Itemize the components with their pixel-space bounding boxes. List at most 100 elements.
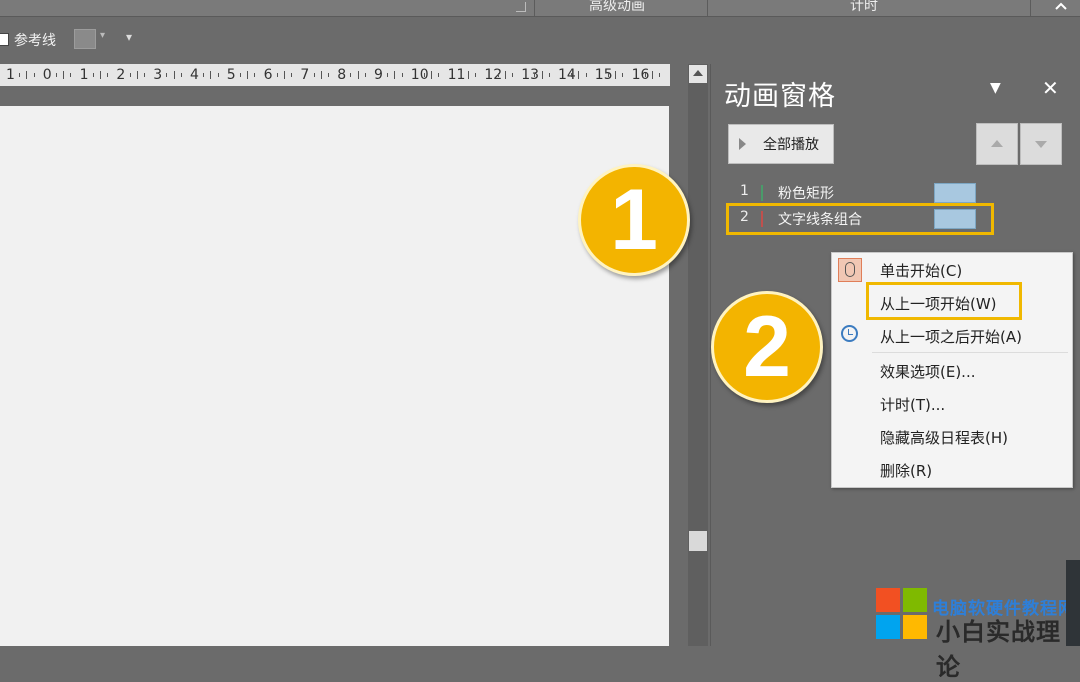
ruler-tick-label: 15 [594,67,613,83]
ruler-tick-label: 6 [263,67,273,83]
ruler-minor-tick [608,73,609,77]
animation-item[interactable]: 1 粉色矩形 [728,182,998,204]
ruler-tick-label: 1 [79,67,89,83]
ruler-minor-tick [247,71,249,79]
ruler-minor-tick [217,73,219,77]
ruler-minor-tick [33,73,35,77]
watermark-slogan: 小白实战理论 [936,618,1061,681]
ruler-minor-tick [284,71,285,79]
ribbon-group-bar: 高级动画 计时 [0,0,1080,17]
ruler-tick-label: 0 [42,67,52,83]
chevron-up-icon[interactable] [1054,1,1068,11]
ruler-minor-tick [424,73,425,77]
menu-item-effect-options[interactable]: 效果选项(E)... [832,356,1072,386]
ruler-minor-tick [659,73,661,77]
ruler-minor-tick [210,71,212,79]
windows-logo-icon [876,588,928,640]
ruler-minor-tick [276,73,278,77]
window-edge [1066,560,1080,646]
play-all-label: 全部播放 [763,137,819,153]
ruler-minor-tick [129,73,131,77]
ruler-minor-tick [254,73,256,77]
ruler-tick-label: 11 [447,67,466,83]
ruler-minor-tick [328,73,329,77]
ruler-tick-label: 4 [190,67,199,83]
horizontal-ruler: 1 0 1 2 3 4 5 6 7 8 9 10 11 12 13 14 15 16 [0,64,670,86]
grid-settings-icon[interactable] [74,29,96,49]
ribbon-separator [534,0,535,16]
ruler-tick-label: 12 [484,67,503,83]
callout-number: 1 [610,172,658,268]
ruler-minor-tick [320,71,322,79]
menu-item-label: 从上一项之后开始(A) [880,328,1022,346]
ruler-tick-label: 5 [226,67,236,83]
ruler-minor-tick [541,71,543,79]
ruler-minor-tick [70,73,72,77]
ruler-minor-tick [548,73,550,77]
ruler-tick-label: 9 [374,67,383,83]
ruler-minor-tick [203,73,205,77]
menu-item-label: 单击开始(C) [880,262,963,280]
ruler-minor-tick [291,73,293,77]
ruler-minor-tick [107,73,109,77]
move-later-button[interactable] [1020,123,1062,165]
ruler-minor-tick [571,73,573,77]
timeline-bar[interactable] [934,183,976,203]
ruler-minor-tick [460,73,462,77]
chevron-down-icon[interactable]: ▾ [100,30,105,41]
ruler-minor-tick [401,73,403,77]
scrollbar-thumb[interactable] [689,531,707,551]
ruler-minor-tick [652,71,653,79]
play-all-button[interactable]: 全部播放 [728,124,834,164]
mouse-click-icon [838,258,862,282]
ruler-minor-tick [431,71,433,79]
ruler-minor-tick [394,71,396,79]
ruler-minor-tick [136,71,138,79]
vertical-scrollbar[interactable] [688,64,708,646]
ruler-minor-tick [438,73,440,77]
ruler-minor-tick [173,71,175,79]
dialog-launcher-icon[interactable] [516,2,526,12]
menu-item-start-on-click[interactable]: 单击开始(C) [832,255,1072,285]
menu-item-label: 删除(R) [880,462,933,480]
ruler-minor-tick [56,73,57,77]
pane-options-icon[interactable]: ▼ [990,80,1001,96]
ruler-minor-tick [387,73,389,77]
ruler-minor-tick [585,73,587,77]
ruler-tick-label: 2 [116,67,126,83]
ruler-tick-label: 16 [631,67,650,83]
slide-canvas[interactable] [0,106,669,646]
ruler-minor-tick [615,71,617,79]
clock-icon [841,325,858,342]
menu-item-label: 效果选项(E)... [880,363,976,381]
menu-separator [872,352,1068,353]
ruler-minor-tick [468,71,469,79]
animation-name: 粉色矩形 [778,186,834,202]
ruler-tick-label: 8 [337,67,347,83]
scroll-up-button[interactable] [689,65,707,83]
ruler-minor-tick [497,73,499,77]
step-callout-2: 2 [711,291,823,403]
guides-checkbox[interactable] [0,33,9,46]
ribbon-group-advanced-animation: 高级动画 [589,0,645,14]
ruler-tick-label: 7 [300,67,310,83]
customize-toolbar-icon[interactable]: ▾ [126,30,132,44]
menu-item-start-after-previous[interactable]: 从上一项之后开始(A) [832,321,1072,351]
canvas-margin [0,86,690,106]
callout-number: 2 [743,299,791,395]
menu-item-label: 计时(T)... [880,396,946,414]
ruler-tick-label: 3 [153,67,163,83]
ruler-minor-tick [144,73,145,77]
step-callout-1: 1 [578,164,690,276]
play-icon [739,138,746,150]
close-icon[interactable]: ✕ [1042,76,1059,100]
move-earlier-button[interactable] [976,123,1018,165]
menu-item-remove[interactable]: 删除(R) [832,455,1072,485]
ruler-minor-tick [92,73,94,77]
menu-item-hide-advanced-timeline[interactable]: 隐藏高级日程表(H) [832,422,1072,452]
ruler-minor-tick [350,73,352,77]
highlight-box [726,203,994,235]
ruler-minor-tick [100,71,101,79]
highlight-box [866,282,1022,320]
menu-item-timing[interactable]: 计时(T)... [832,389,1072,419]
